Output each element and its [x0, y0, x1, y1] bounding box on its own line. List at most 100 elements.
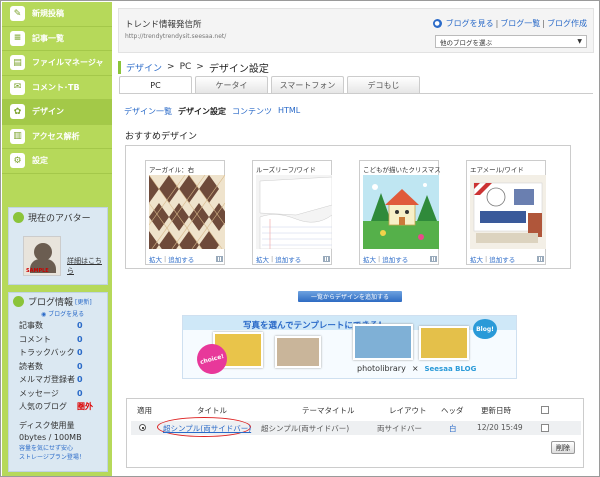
design-thumbnail-kids-christmas[interactable]	[363, 175, 439, 249]
design-thumbnail-loose-leaf[interactable]	[256, 175, 332, 249]
column-header: ヘッダ	[441, 406, 464, 415]
tab-pc[interactable]: PC	[119, 76, 192, 94]
design-card-actions: 拡大 | 追加する	[470, 254, 544, 264]
action-separator: |	[164, 255, 167, 263]
expand-link[interactable]: 拡大	[149, 254, 162, 264]
view-blog-link[interactable]: ブログを見る	[446, 18, 494, 29]
sidebar-item-analytics[interactable]: ▥ アクセス解析	[2, 125, 112, 149]
sidebar-item-new-post[interactable]: ✎ 新規投稿	[2, 2, 112, 27]
argyle-pattern-image	[149, 175, 225, 249]
banner-brands: photolibrary × Seesaa BLOG	[357, 364, 476, 373]
add-design-from-list-button[interactable]: 一覧からデザインを追加する	[298, 291, 402, 302]
main-content: トレンド情報発信所 http://trendytrendysit.seesaa.…	[112, 2, 599, 476]
design-card: こどもが描いたクリスマス 拡大 | 追加する	[359, 160, 441, 265]
other-blog-select[interactable]: 他のブログを選ぶ ▼	[435, 35, 587, 48]
dropdown-arrow-icon: ▼	[577, 38, 582, 45]
layout-grid-icon	[216, 256, 223, 262]
sidebar-item-comments[interactable]: ✉ コメント･TB	[2, 76, 112, 100]
blog-url: http://trendytrendysit.seesaa.net/	[125, 33, 227, 40]
apply-radio[interactable]	[139, 424, 146, 431]
banner-blog-badge: Blog!	[473, 319, 497, 339]
row-theme: 超シンプル(両サイドバー)	[261, 424, 350, 433]
row-header: 白	[449, 424, 457, 433]
sidebar-item-design[interactable]: ✿ デザイン	[2, 100, 112, 125]
avatar[interactable]: SAMPLE	[23, 236, 61, 276]
palette-icon: ✿	[10, 104, 25, 120]
design-name: エアメール/ワイド	[470, 166, 524, 174]
table-row: 超シンプル(両サイドバー) 超シンプル(両サイドバー) 両サイドバー 白 12/…	[131, 417, 581, 437]
sidebar-item-label: ファイルマネージャ	[32, 58, 104, 68]
storage-plan-link[interactable]: 容量を気にせず安心	[19, 444, 107, 453]
avatar-panel-title: 現在のアバター	[28, 213, 91, 224]
add-design-link[interactable]: 追加する	[168, 254, 194, 264]
stat-value: 0	[77, 321, 83, 331]
storage-plan-link-2[interactable]: ストレージプラン登場！	[19, 453, 107, 462]
row-title-link[interactable]: 超シンプル(両サイドバー)	[163, 423, 251, 434]
settings-icon: ⚙	[10, 153, 25, 169]
sidebar-item-label: 記事一覧	[32, 33, 64, 43]
bullet-icon	[13, 211, 24, 223]
column-theme: テーマタイトル	[302, 406, 355, 415]
subnav-contents[interactable]: コンテンツ	[232, 106, 272, 117]
breadcrumb-pc-link[interactable]: PC	[180, 62, 192, 72]
blog-list-link[interactable]: ブログ一覧	[500, 18, 540, 29]
other-blog-select-value: 他のブログを選ぶ	[440, 38, 492, 47]
select-all-checkbox[interactable]	[541, 406, 549, 414]
expand-link[interactable]: 拡大	[363, 254, 376, 264]
blog-info-view-link[interactable]: ◉ ブログを見る	[9, 309, 107, 319]
column-updated: 更新日時	[481, 406, 511, 415]
breadcrumb-separator: >	[196, 62, 204, 72]
stat-value: 0	[77, 388, 83, 398]
expand-link[interactable]: 拡大	[470, 254, 483, 264]
tab-mobile[interactable]: ケータイ	[195, 76, 268, 93]
row-checkbox[interactable]	[541, 424, 549, 432]
disk-usage: ディスク使用量 0bytes / 100MB 容量を気にせず安心 ストレージプラ…	[9, 420, 107, 462]
stat-row: メルマガ登録者 0	[9, 373, 107, 387]
subnav-design-setting[interactable]: デザイン設定	[178, 106, 226, 117]
design-name: こどもが描いたクリスマス	[363, 166, 441, 174]
bullet-icon	[13, 295, 24, 307]
stat-row: メッセージ 0	[9, 387, 107, 401]
stat-row: 記事数 0	[9, 319, 107, 333]
create-blog-link[interactable]: ブログ作成	[547, 18, 587, 29]
tab-decomoji[interactable]: デコもじ	[347, 76, 420, 93]
photolibrary-banner[interactable]: 写真を選んでテンプレートにできる! choice! Blog! photolib…	[182, 315, 517, 379]
avatar-sample-label: SAMPLE	[26, 268, 49, 274]
design-thumbnail-airmail[interactable]	[470, 175, 546, 249]
stat-value: 圏外	[77, 402, 93, 412]
subnav-design-list[interactable]: デザイン一覧	[124, 106, 172, 117]
banner-photo-template-1	[353, 324, 413, 360]
sidebar-item-file-manager[interactable]: ▤ ファイルマネージャ	[2, 51, 112, 76]
sidebar-item-label: 新規投稿	[32, 9, 64, 19]
stat-value: 0	[77, 375, 83, 385]
disk-usage-value: 0bytes / 100MB	[19, 432, 82, 442]
blog-info-header: ブログ情報 [更新]	[9, 293, 107, 309]
blog-info-title: ブログ情報	[28, 297, 74, 308]
stat-label: メルマガ登録者	[19, 375, 75, 385]
stat-row: コメント 0	[9, 333, 107, 347]
column-apply: 適用	[137, 406, 152, 415]
row-layout: 両サイドバー	[377, 424, 422, 433]
blog-info-update-link[interactable]: [更新]	[75, 297, 92, 306]
sidebar-item-label: 設定	[32, 156, 48, 166]
action-separator: |	[271, 255, 274, 263]
avatar-panel-header: 現在のアバター	[9, 208, 107, 226]
design-table: 適用 タイトル テーマタイトル レイアウト ヘッダ 更新日時 超シンプル(両サイ…	[126, 398, 584, 468]
subnav-html[interactable]: HTML	[278, 106, 300, 117]
add-design-link[interactable]: 追加する	[275, 254, 301, 264]
tab-smartphone[interactable]: スマートフォン	[271, 76, 344, 93]
column-title: タイトル	[197, 406, 227, 415]
design-name: ルーズリーフ/ワイド	[256, 166, 316, 174]
banner-brand-seesaa: Seesaa BLOG	[424, 365, 477, 373]
expand-link[interactable]: 拡大	[256, 254, 269, 264]
avatar-detail-link[interactable]: 詳細はこちら	[67, 256, 107, 276]
delete-button[interactable]: 削除	[551, 441, 575, 454]
blog-info-panel: ブログ情報 [更新] ◉ ブログを見る 記事数 0 コメント 0 トラックバック 0 読…	[8, 292, 108, 472]
design-thumbnail-argyle[interactable]	[149, 175, 225, 249]
breadcrumb-design-link[interactable]: デザイン	[126, 61, 162, 74]
add-design-link[interactable]: 追加する	[382, 254, 408, 264]
sidebar-item-articles[interactable]: ≡ 記事一覧	[2, 27, 112, 51]
link-separator: |	[542, 19, 545, 28]
sidebar-item-settings[interactable]: ⚙ 設定	[2, 149, 112, 174]
add-design-link[interactable]: 追加する	[489, 254, 515, 264]
